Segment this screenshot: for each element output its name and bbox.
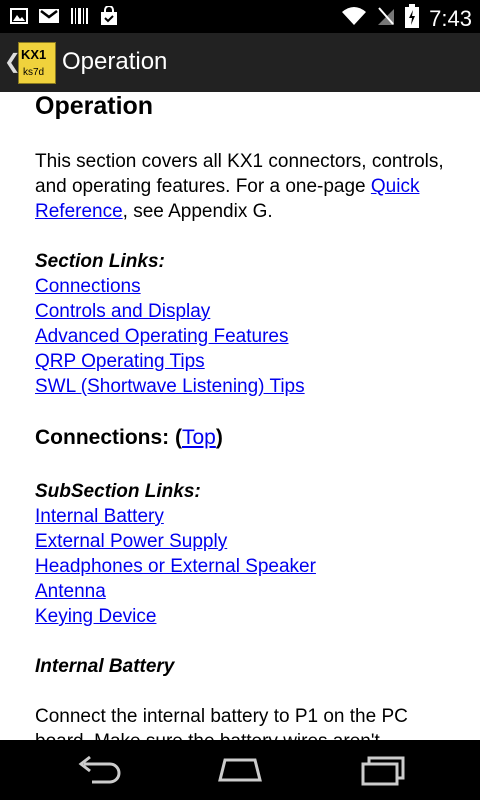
- connections-heading-text: Connections: (: [35, 426, 182, 449]
- link-headphones-or-external-speaker[interactable]: Headphones or External Speaker: [35, 554, 465, 579]
- section-links-list: Connections Controls and Display Advance…: [35, 274, 465, 399]
- subsection-links-list: Internal Battery External Power Supply H…: [35, 504, 465, 629]
- recent-apps-icon[interactable]: [355, 754, 415, 786]
- link-qrp-operating-tips[interactable]: QRP Operating Tips: [35, 349, 465, 374]
- action-bar: ❮ KX1 ks7d Operation: [0, 33, 480, 92]
- link-keying-device[interactable]: Keying Device: [35, 604, 465, 629]
- link-swl-tips[interactable]: SWL (Shortwave Listening) Tips: [35, 374, 465, 399]
- link-connections[interactable]: Connections: [35, 274, 465, 299]
- internal-battery-paragraph: Connect the internal battery to P1 on th…: [35, 706, 408, 740]
- clock: 7:43: [429, 5, 472, 31]
- home-icon[interactable]: [210, 754, 270, 786]
- intro-paragraph: This section covers all KX1 connectors, …: [35, 149, 465, 224]
- link-internal-battery[interactable]: Internal Battery: [35, 504, 465, 529]
- link-antenna[interactable]: Antenna: [35, 579, 465, 604]
- link-advanced-operating-features[interactable]: Advanced Operating Features: [35, 324, 465, 349]
- wifi-icon: [341, 6, 367, 31]
- page-heading: Operation: [35, 92, 154, 120]
- connections-heading: Connections: (Top): [35, 425, 465, 450]
- link-external-power-supply[interactable]: External Power Supply: [35, 529, 465, 554]
- status-bar: 7:43: [0, 0, 480, 33]
- section-links-label: Section Links:: [35, 251, 165, 272]
- subsection-links-label: SubSection Links:: [35, 481, 201, 502]
- battery-charging-icon: [405, 4, 420, 33]
- link-controls-and-display[interactable]: Controls and Display: [35, 299, 465, 324]
- back-icon[interactable]: [70, 754, 130, 786]
- image-icon: [10, 8, 28, 29]
- intro-text-end: , see Appendix G.: [122, 201, 273, 222]
- web-content[interactable]: Operation This section covers all KX1 co…: [0, 92, 480, 740]
- action-bar-title: Operation: [62, 48, 168, 75]
- shopping-bag-icon: [100, 5, 118, 31]
- internal-battery-heading: Internal Battery: [35, 656, 175, 677]
- app-icon-sublabel: ks7d: [23, 67, 45, 78]
- top-link[interactable]: Top: [182, 426, 216, 449]
- no-sim-icon: [377, 6, 395, 31]
- gmail-icon: [38, 8, 60, 29]
- connections-heading-close: ): [215, 426, 223, 449]
- app-icon[interactable]: KX1 ks7d: [18, 42, 56, 84]
- navigation-bar: [0, 740, 480, 800]
- app-icon-label: KX1: [21, 47, 47, 62]
- barcode-icon: [70, 7, 90, 30]
